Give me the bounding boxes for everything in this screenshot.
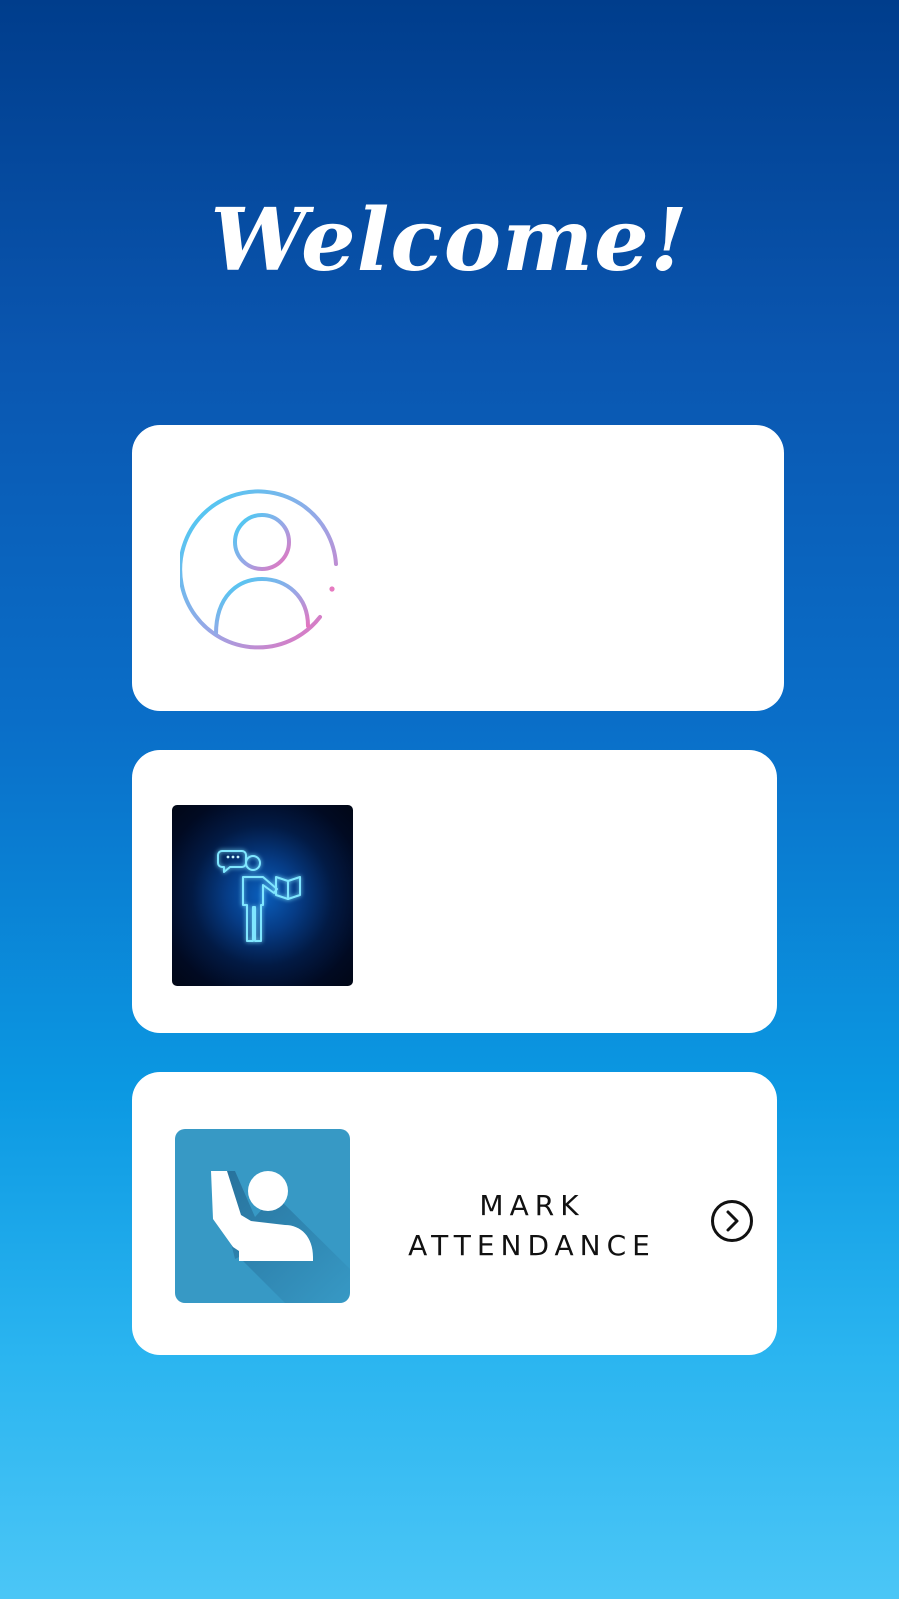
user-profile-icon bbox=[180, 489, 338, 650]
teacher-with-book-icon bbox=[217, 850, 301, 942]
mark-attendance-card[interactable]: MARK ATTENDANCE bbox=[132, 1072, 777, 1355]
teacher-card[interactable] bbox=[132, 750, 777, 1033]
welcome-title: Welcome! bbox=[210, 190, 689, 291]
hand-tile bbox=[175, 1129, 350, 1303]
mark-attendance-label: MARK ATTENDANCE bbox=[387, 1186, 677, 1266]
teacher-tile bbox=[172, 805, 353, 986]
raised-hand-icon bbox=[211, 1171, 350, 1303]
profile-card[interactable] bbox=[132, 425, 784, 711]
label-line-2: ATTENDANCE bbox=[408, 1229, 656, 1262]
chevron-right-circle-icon[interactable] bbox=[710, 1199, 754, 1243]
label-line-1: MARK bbox=[479, 1189, 585, 1222]
